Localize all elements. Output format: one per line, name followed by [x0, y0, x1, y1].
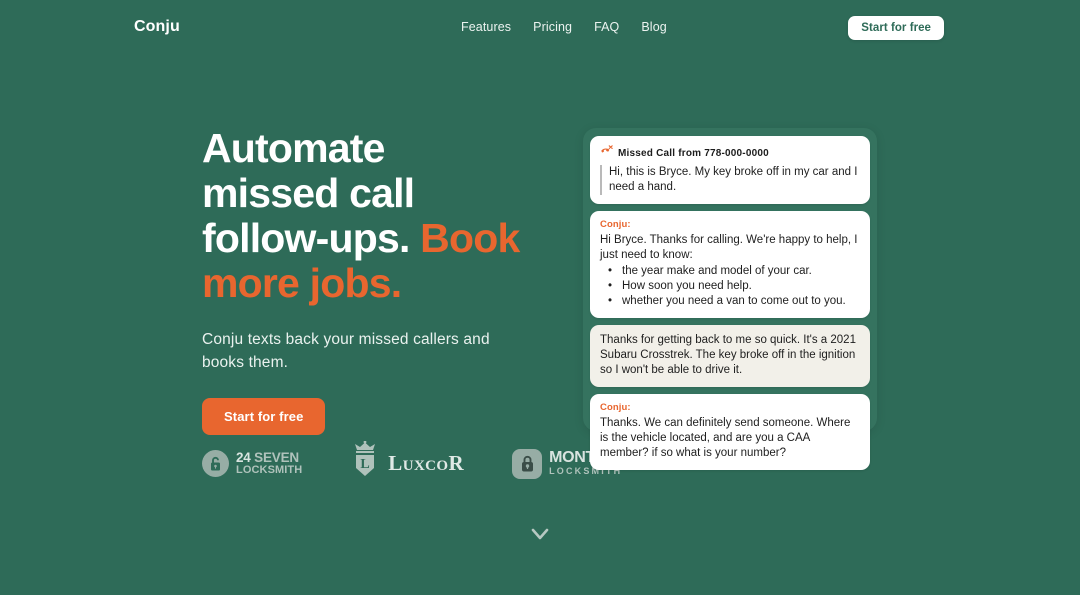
logo-wordmark: LUXCOR	[388, 451, 464, 476]
brand-logo[interactable]: Conju	[134, 18, 180, 36]
hero-start-for-free-button[interactable]: Start for free	[202, 398, 325, 435]
headline-line-2: missed call	[202, 170, 414, 216]
logo-line-1: 24 SEVEN	[236, 451, 302, 465]
message-body: Thanks for getting back to me so quick. …	[600, 333, 860, 378]
logo-line-2: LOCKSMITH	[236, 465, 302, 477]
headline-line-3-accent: Book	[420, 215, 519, 261]
message-body: Hi Bryce. Thanks for calling. We're happ…	[600, 233, 860, 263]
hero-subheading: Conju texts back your missed callers and…	[202, 328, 502, 374]
list-item: whether you need a van to come out to yo…	[600, 294, 860, 309]
headline-line-4-accent: more jobs.	[202, 260, 401, 306]
missed-call-header: Missed Call from 778-000-0000	[600, 144, 860, 162]
landing-page: Conju Features Pricing FAQ Blog Start fo…	[0, 0, 1080, 595]
missed-call-icon	[600, 144, 613, 162]
logo-text: 24 SEVEN LOCKSMITH	[236, 451, 302, 477]
svg-text:L: L	[361, 457, 370, 472]
nav-link-faq[interactable]: FAQ	[594, 20, 619, 34]
page-title: Automate missed call follow-ups. Book mo…	[202, 126, 542, 306]
crown-shield-icon: L	[350, 441, 380, 486]
padlock-icon	[512, 449, 542, 479]
message-sender-label: Conju:	[600, 219, 860, 230]
hero-section: Automate missed call follow-ups. Book mo…	[202, 126, 542, 435]
nav-link-blog[interactable]: Blog	[641, 20, 666, 34]
list-item: How soon you need help.	[600, 279, 860, 294]
chat-preview-panel: Missed Call from 778-000-0000 Hi, this i…	[583, 128, 877, 431]
missed-call-label: Missed Call from 778-000-0000	[618, 148, 769, 159]
padlock-icon	[202, 450, 229, 477]
message-body: Thanks. We can definitely send someone. …	[600, 416, 860, 461]
missed-call-transcript: Hi, this is Bryce. My key broke off in m…	[600, 165, 860, 195]
chat-message-agent-2: Conju: Thanks. We can definitely send so…	[590, 394, 870, 470]
list-item: the year make and model of your car.	[600, 264, 860, 279]
chevron-down-icon[interactable]	[528, 522, 552, 546]
logo-luxcor: L LUXCOR	[350, 441, 464, 486]
nav-links: Features Pricing FAQ Blog	[461, 20, 667, 34]
top-navigation-bar: Conju Features Pricing FAQ Blog Start fo…	[0, 0, 1080, 54]
message-bullet-list: the year make and model of your car. How…	[600, 264, 860, 309]
headline-line-3-plain: follow-ups.	[202, 215, 420, 261]
chat-message-customer: Thanks for getting back to me so quick. …	[590, 325, 870, 387]
chat-message-missed-call: Missed Call from 778-000-0000 Hi, this i…	[590, 136, 870, 204]
nav-start-for-free-button[interactable]: Start for free	[848, 16, 944, 40]
headline-line-1: Automate	[202, 125, 385, 171]
client-logo-row: 24 SEVEN LOCKSMITH L LUXCOR	[202, 441, 622, 486]
logo-24-seven-locksmith: 24 SEVEN LOCKSMITH	[202, 450, 302, 477]
message-sender-label: Conju:	[600, 402, 860, 413]
chat-message-agent-1: Conju: Hi Bryce. Thanks for calling. We'…	[590, 211, 870, 318]
nav-link-features[interactable]: Features	[461, 20, 511, 34]
nav-link-pricing[interactable]: Pricing	[533, 20, 572, 34]
